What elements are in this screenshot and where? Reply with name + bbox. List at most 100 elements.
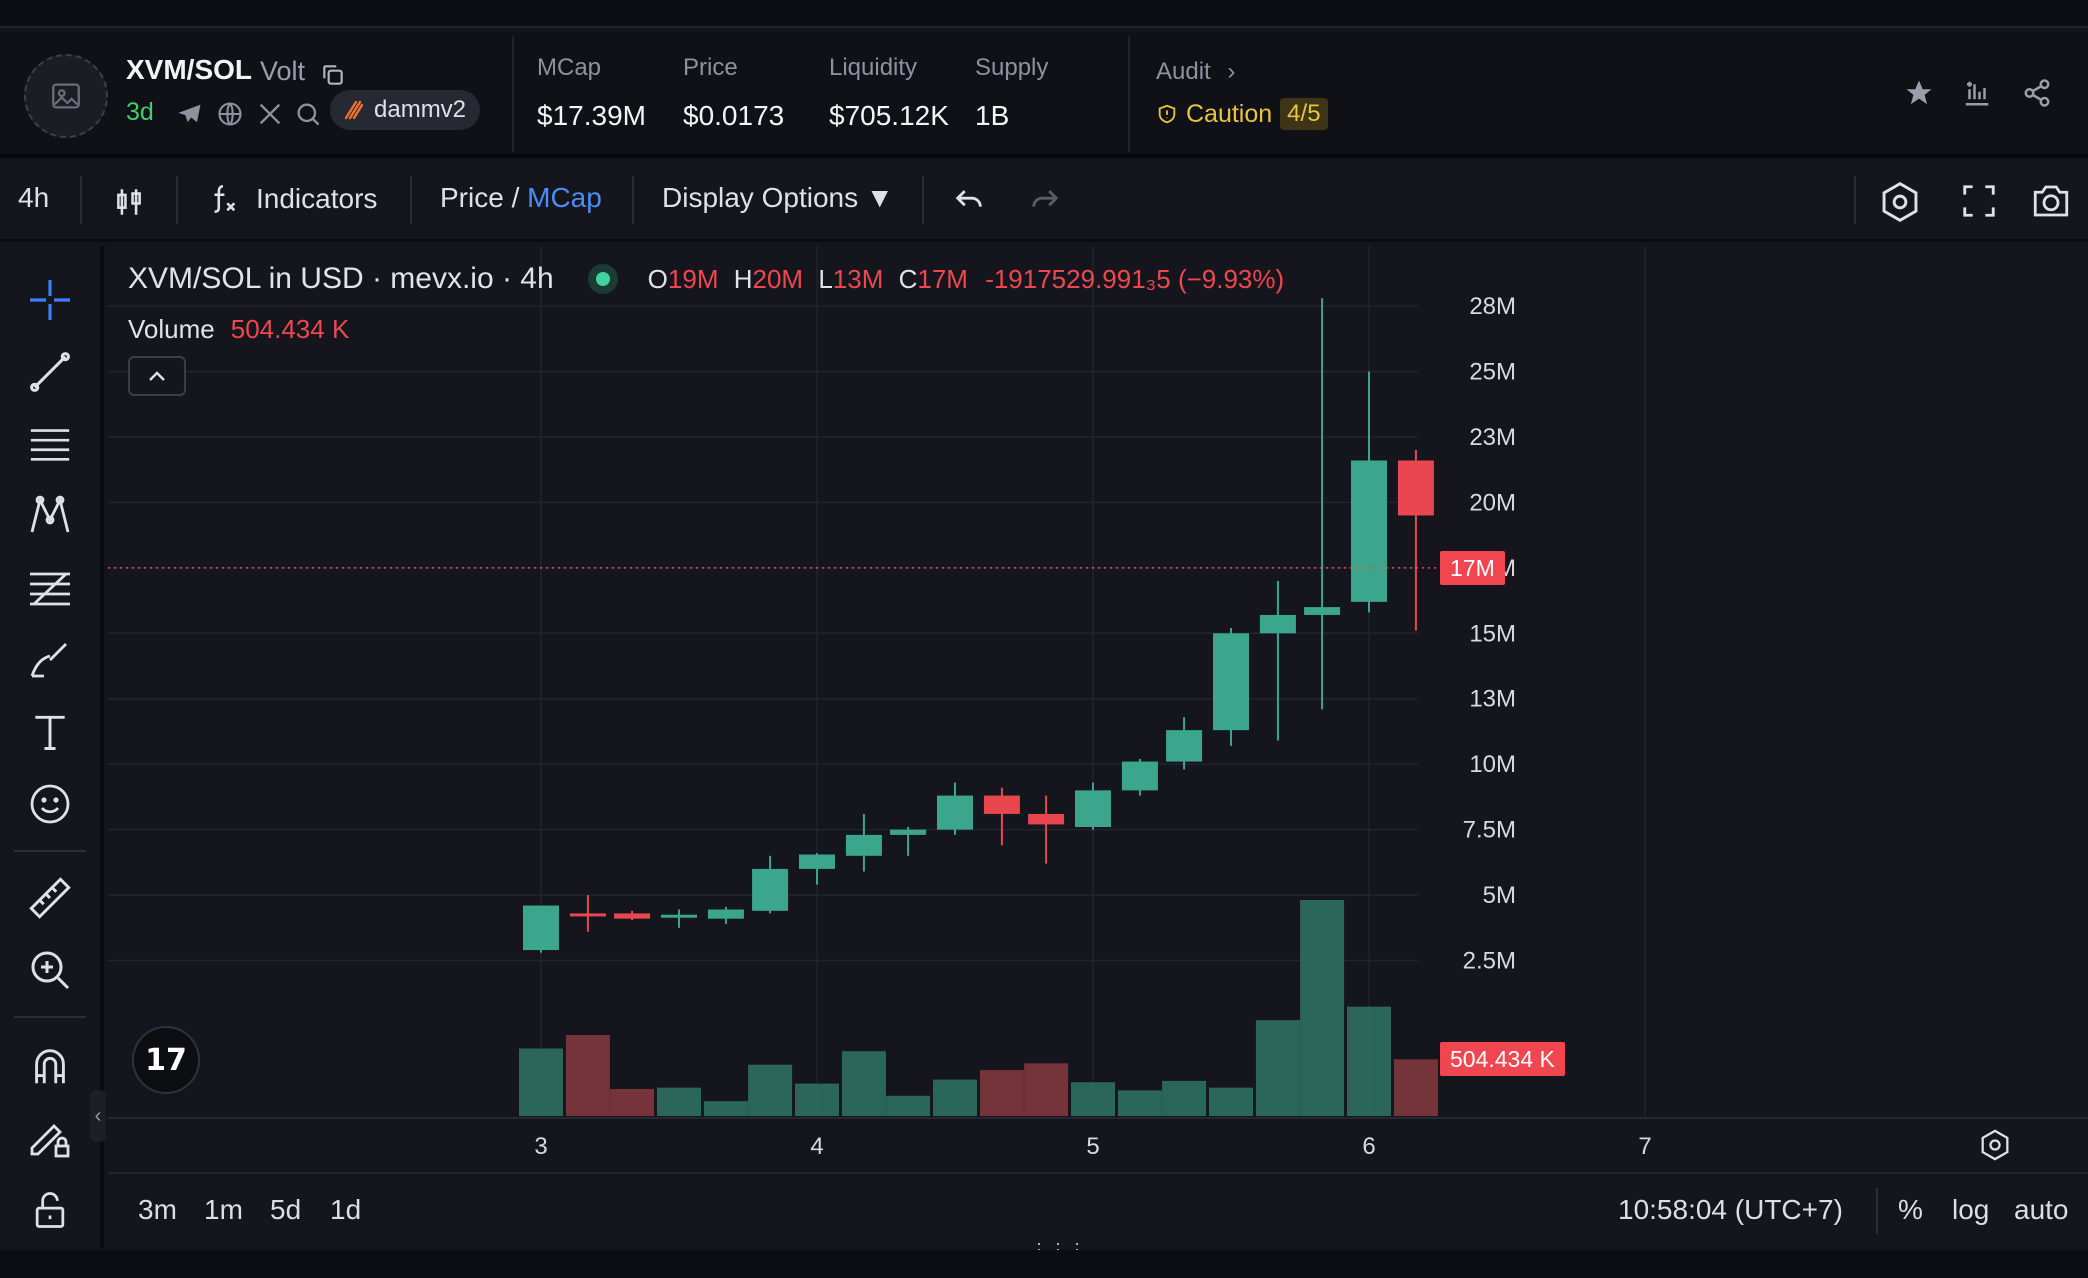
range-5d-button[interactable]: 5d (270, 1194, 301, 1226)
x-twitter-icon[interactable] (256, 100, 284, 128)
candle-body (1397, 460, 1434, 516)
volume-bar (1347, 1006, 1391, 1116)
price-option[interactable]: Price (440, 182, 504, 213)
candle-body (845, 834, 882, 856)
undo-icon[interactable] (952, 184, 986, 218)
market-open-status-dot (587, 264, 618, 294)
volume-bar (703, 1101, 748, 1116)
crosshair-tool[interactable] (20, 270, 80, 330)
volume-bar (1117, 1090, 1162, 1116)
candle-body (1075, 790, 1111, 828)
volume-bar (1393, 1059, 1438, 1116)
volume-bar (1024, 1063, 1069, 1116)
candlestick-chart[interactable]: 2.5M 5M 7.5M 10M 13M 15M 17M 20M 23M 25M 28M 3 4 5 6 7 (108, 246, 2088, 1170)
interval-selector[interactable]: 4h (18, 182, 49, 214)
brush-icon (30, 643, 67, 678)
audit-status[interactable]: Caution 4/5 (1156, 98, 1328, 130)
lock-all-drawings-tool[interactable] (20, 1180, 80, 1240)
copy-icon[interactable] (320, 62, 346, 88)
pattern-tool[interactable] (20, 486, 80, 546)
dex-name: Volt (260, 56, 306, 86)
auto-scale-toggle[interactable]: auto (2014, 1194, 2069, 1226)
compare-chart-icon[interactable] (1962, 78, 1992, 108)
share-icon[interactable] (2022, 78, 2052, 108)
emoji-tool[interactable] (20, 774, 80, 834)
candle-body (983, 795, 1020, 814)
function-fx-icon (214, 184, 236, 214)
telegram-icon[interactable] (176, 100, 204, 128)
pool-type-label: dammv2 (374, 96, 467, 123)
audit-label: Audit (1156, 58, 1211, 85)
chart-pane[interactable]: 2.5M5M7.5M10M13M15M17M20M23M25M28M34567 … (108, 246, 2088, 1170)
search-icon[interactable] (294, 100, 322, 128)
open-value: 19M (667, 263, 719, 294)
candle-body (1351, 460, 1387, 602)
candle-body (1166, 730, 1203, 762)
indicators-label: Indicators (256, 183, 378, 214)
measure-tool[interactable] (20, 868, 80, 928)
volume-bar (1255, 1020, 1300, 1116)
bottom-tabs-cutoff (0, 1250, 2088, 1278)
pool-type-badge[interactable]: dammv2 (330, 90, 481, 130)
range-3m-button[interactable]: 3m (138, 1194, 177, 1226)
tradingview-logo[interactable]: 17 (132, 1026, 200, 1094)
log-scale-toggle[interactable]: log (1952, 1194, 1989, 1226)
horizontal-lines-tool[interactable] (20, 414, 80, 474)
collapse-toolbar-handle[interactable]: ‹ (90, 1090, 106, 1142)
candle-body (661, 914, 697, 918)
supply-label: Supply (975, 54, 1049, 81)
time-axis-label: 4 (810, 1133, 823, 1160)
last-volume-tag: 504.434 K (1440, 1042, 1565, 1077)
range-1m-button[interactable]: 1m (204, 1194, 243, 1226)
volume-bar (1162, 1080, 1207, 1116)
candle-body (707, 909, 744, 919)
mcap-option[interactable]: MCap (527, 182, 602, 213)
toggle-slash: / (503, 182, 528, 213)
text-tool[interactable] (20, 702, 80, 762)
price-mcap-toggle[interactable]: Price / MCap (440, 182, 602, 214)
star-favorite-icon[interactable] (1904, 78, 1934, 108)
text-t-icon (35, 715, 65, 750)
axis-settings-gear-icon[interactable] (1978, 1128, 2012, 1162)
percent-scale-toggle[interactable]: % (1898, 1194, 1923, 1226)
low-label: L (818, 263, 833, 294)
candle-body (1028, 813, 1065, 825)
smiley-icon (30, 784, 70, 824)
range-1d-button[interactable]: 1d (330, 1194, 361, 1226)
divider (80, 176, 82, 224)
price-axis-label: 15M (1469, 620, 1516, 647)
fibonacci-tool[interactable] (20, 558, 80, 618)
time-axis-label: 5 (1086, 1133, 1099, 1160)
time-axis-label: 7 (1638, 1133, 1651, 1160)
redo-icon[interactable] (1028, 184, 1062, 218)
price-axis-label: 2.5M (1463, 948, 1516, 975)
zoom-in-icon (31, 951, 70, 990)
display-options-dropdown[interactable]: Display Options ▼ (662, 182, 894, 214)
audit-link[interactable]: Audit › (1156, 58, 1235, 86)
volume-bar (1071, 1082, 1115, 1116)
pair-age: 3d (126, 98, 154, 126)
collapse-legend-button[interactable] (128, 356, 186, 396)
candle-body (799, 854, 835, 869)
pattern-nodes-icon (30, 495, 70, 533)
lock-drawings-edit-tool[interactable] (20, 1108, 80, 1168)
zoom-in-tool[interactable] (20, 940, 80, 1000)
divider (1876, 1188, 1878, 1234)
magnet-mode-tool[interactable] (20, 1036, 80, 1096)
trend-line-tool[interactable] (20, 342, 80, 402)
brush-tool[interactable] (20, 630, 80, 690)
price-axis-label: 20M (1469, 489, 1516, 516)
image-placeholder-icon (52, 83, 80, 109)
fullscreen-icon[interactable] (1960, 182, 1998, 220)
camera-screenshot-icon[interactable] (2028, 180, 2074, 222)
candlestick-type-icon[interactable] (112, 184, 146, 220)
candle-body (1259, 614, 1296, 634)
volume-bar (886, 1095, 931, 1116)
timezone-clock[interactable]: 10:58:04 (UTC+7) (1618, 1194, 1843, 1226)
divider (632, 176, 634, 224)
drawing-tools-panel (0, 246, 104, 1248)
website-globe-icon[interactable] (216, 100, 244, 128)
settings-gear-icon[interactable] (1878, 180, 1922, 224)
indicators-button[interactable]: Indicators (206, 182, 377, 216)
last-price-tag: 17M (1440, 550, 1505, 585)
